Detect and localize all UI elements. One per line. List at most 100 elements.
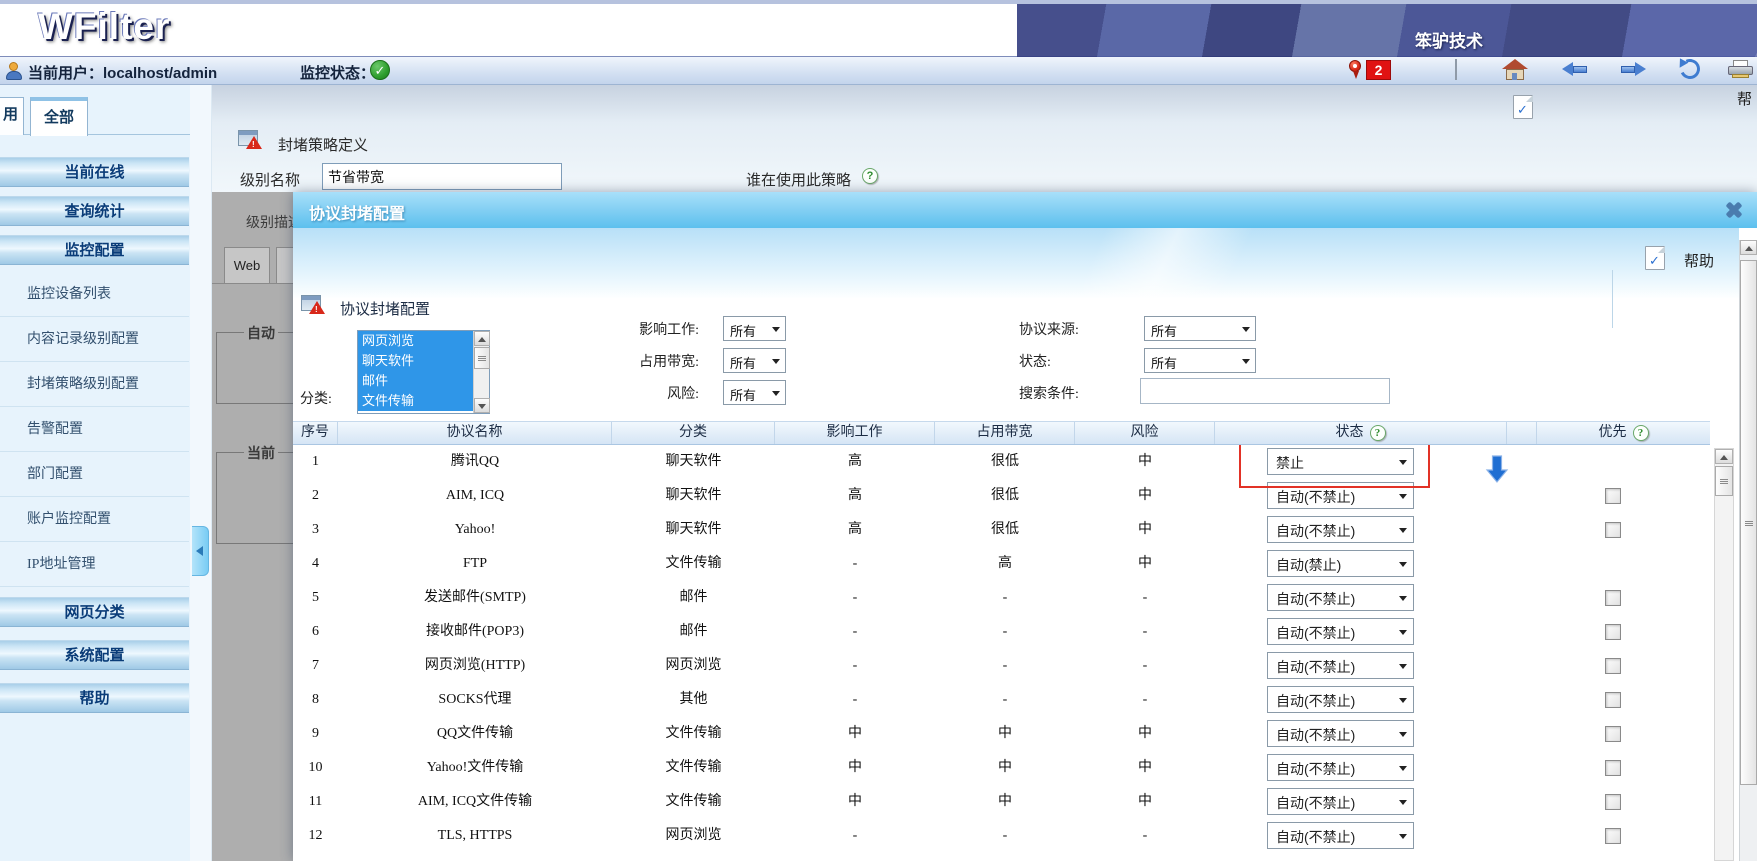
status-filter-select[interactable]: 所有	[1144, 348, 1256, 373]
cell: 高	[775, 513, 935, 547]
sidebar-item-系统配置[interactable]: 系统配置	[0, 640, 189, 670]
priority-checkbox[interactable]	[1605, 760, 1621, 776]
table-row: 6接收邮件(POP3)邮件---自动(不禁止)	[293, 615, 1710, 649]
listbox-option-聊天软件[interactable]: 聊天软件	[358, 351, 473, 371]
home-icon[interactable]	[1502, 59, 1528, 81]
help-document-icon[interactable]: ✓	[1645, 246, 1665, 270]
sidebar-item-监控设备列表[interactable]: 监控设备列表	[0, 272, 189, 317]
priority-checkbox[interactable]	[1605, 828, 1621, 844]
cell: 网页浏览(HTTP)	[338, 649, 612, 683]
alert-count-badge[interactable]: 2	[1366, 60, 1391, 80]
sidebar-tab-common[interactable]: 用	[0, 97, 24, 135]
priority-checkbox[interactable]	[1605, 522, 1621, 538]
help-question-icon[interactable]: ?	[862, 168, 878, 184]
listbox-option-文件传输[interactable]: 文件传输	[358, 391, 473, 411]
sidebar-item-查询统计[interactable]: 查询统计	[0, 196, 189, 226]
priority-checkbox[interactable]	[1605, 794, 1621, 810]
column-header-状态: 状态?	[1215, 422, 1507, 444]
table-row: 8SOCKS代理其他---自动(不禁止)	[293, 683, 1710, 717]
wfilter-logo: WFilter	[38, 6, 170, 48]
level-name-input[interactable]	[322, 163, 562, 190]
cell: FTP	[338, 547, 612, 581]
sidebar-item-账户监控配置[interactable]: 账户监控配置	[0, 497, 189, 542]
dialog-help-link[interactable]: 帮助	[1684, 250, 1714, 271]
protocol-source-filter-select[interactable]: 所有	[1144, 316, 1256, 341]
chevron-down-icon	[1242, 327, 1250, 332]
priority-checkbox[interactable]	[1605, 726, 1621, 742]
cell: 中	[1075, 547, 1215, 581]
column-header-spacer	[1507, 422, 1537, 444]
cell: -	[935, 683, 1075, 717]
status-select[interactable]: 自动(不禁止)	[1267, 754, 1414, 781]
column-header-影响工作: 影响工作	[775, 422, 935, 444]
table-scrollbar[interactable]	[1714, 448, 1734, 861]
table-scroll-thumb[interactable]	[1715, 466, 1733, 496]
table-row: 11AIM, ICQ文件传输文件传输中中中自动(不禁止)	[293, 785, 1710, 819]
status-select[interactable]: 自动(不禁止)	[1267, 618, 1414, 645]
cell: SOCKS代理	[338, 683, 612, 717]
status-select[interactable]: 自动(不禁止)	[1267, 720, 1414, 747]
status-select[interactable]: 自动(不禁止)	[1267, 584, 1414, 611]
sidebar-item-内容记录级别配置[interactable]: 内容记录级别配置	[0, 317, 189, 362]
status-select[interactable]: 自动(禁止)	[1267, 550, 1414, 577]
listbox-option-网页浏览[interactable]: 网页浏览	[358, 331, 473, 351]
scroll-down-icon[interactable]	[474, 398, 490, 413]
close-icon[interactable]	[1723, 199, 1745, 221]
category-label: 分类:	[300, 388, 332, 408]
status-select[interactable]: 自动(不禁止)	[1267, 686, 1414, 713]
sidebar-item-帮助[interactable]: 帮助	[0, 683, 189, 713]
category-listbox[interactable]: 网页浏览聊天软件邮件文件传输	[357, 330, 490, 414]
dialog-help-band	[293, 228, 1739, 298]
risk-filter-select[interactable]: 所有	[723, 380, 786, 405]
sidebar-tab-all[interactable]: 全部	[30, 97, 88, 136]
bandwidth-filter-select[interactable]: 所有	[723, 348, 786, 373]
priority-checkbox[interactable]	[1605, 488, 1621, 504]
sidebar-collapse-handle[interactable]	[192, 526, 209, 576]
priority-checkbox[interactable]	[1605, 624, 1621, 640]
brand-text: 笨驴技术	[1415, 27, 1483, 52]
chevron-down-icon	[1399, 732, 1407, 737]
sidebar-item-网页分类[interactable]: 网页分类	[0, 597, 189, 627]
back-arrow-icon[interactable]	[1562, 62, 1588, 76]
document-icon[interactable]: ✓	[1513, 95, 1533, 119]
user-icon	[5, 61, 23, 81]
sidebar-item-IP地址管理[interactable]: IP地址管理	[0, 542, 189, 587]
sidebar-item-当前在线[interactable]: 当前在线	[0, 157, 189, 187]
cell: -	[775, 683, 935, 717]
work-impact-filter-select[interactable]: 所有	[723, 316, 786, 341]
search-input[interactable]	[1140, 378, 1390, 404]
cell: 11	[293, 785, 338, 819]
status-select[interactable]: 自动(不禁止)	[1267, 652, 1414, 679]
priority-checkbox[interactable]	[1605, 658, 1621, 674]
status-select[interactable]: 自动(不禁止)	[1267, 822, 1414, 849]
cell: 文件传输	[612, 717, 775, 751]
help-question-icon[interactable]: ?	[1633, 425, 1649, 441]
cell: 中	[935, 717, 1075, 751]
dialog-scrollbar[interactable]	[1739, 240, 1757, 861]
cell: -	[775, 581, 935, 615]
status-select[interactable]: 自动(不禁止)	[1267, 516, 1414, 543]
priority-checkbox[interactable]	[1605, 590, 1621, 606]
sidebar-item-告警配置[interactable]: 告警配置	[0, 407, 189, 452]
listbox-scrollbar[interactable]	[473, 331, 489, 413]
listbox-option-邮件[interactable]: 邮件	[358, 371, 473, 391]
dialog-scroll-thumb[interactable]	[1740, 260, 1757, 785]
page-help-link[interactable]: 帮助	[1737, 88, 1757, 108]
printer-icon[interactable]	[1728, 60, 1754, 79]
status-select[interactable]: 自动(不禁止)	[1267, 788, 1414, 815]
forward-arrow-icon[interactable]	[1620, 62, 1646, 76]
scroll-up-icon[interactable]	[1715, 449, 1733, 464]
location-pin-icon[interactable]	[1348, 60, 1362, 80]
help-question-icon[interactable]: ?	[1370, 425, 1386, 441]
cell: -	[775, 547, 935, 581]
sidebar-item-监控配置[interactable]: 监控配置	[0, 235, 189, 265]
cell: 聊天软件	[612, 445, 775, 479]
scroll-up-icon[interactable]	[474, 331, 490, 346]
scroll-up-icon[interactable]	[1740, 240, 1757, 255]
sidebar-item-封堵策略级别配置[interactable]: 封堵策略级别配置	[0, 362, 189, 407]
listbox-scroll-thumb[interactable]	[474, 347, 490, 369]
cell: QQ文件传输	[338, 717, 612, 751]
priority-checkbox[interactable]	[1605, 692, 1621, 708]
sidebar-item-部门配置[interactable]: 部门配置	[0, 452, 189, 497]
dialog-section-icon: !	[301, 295, 325, 315]
